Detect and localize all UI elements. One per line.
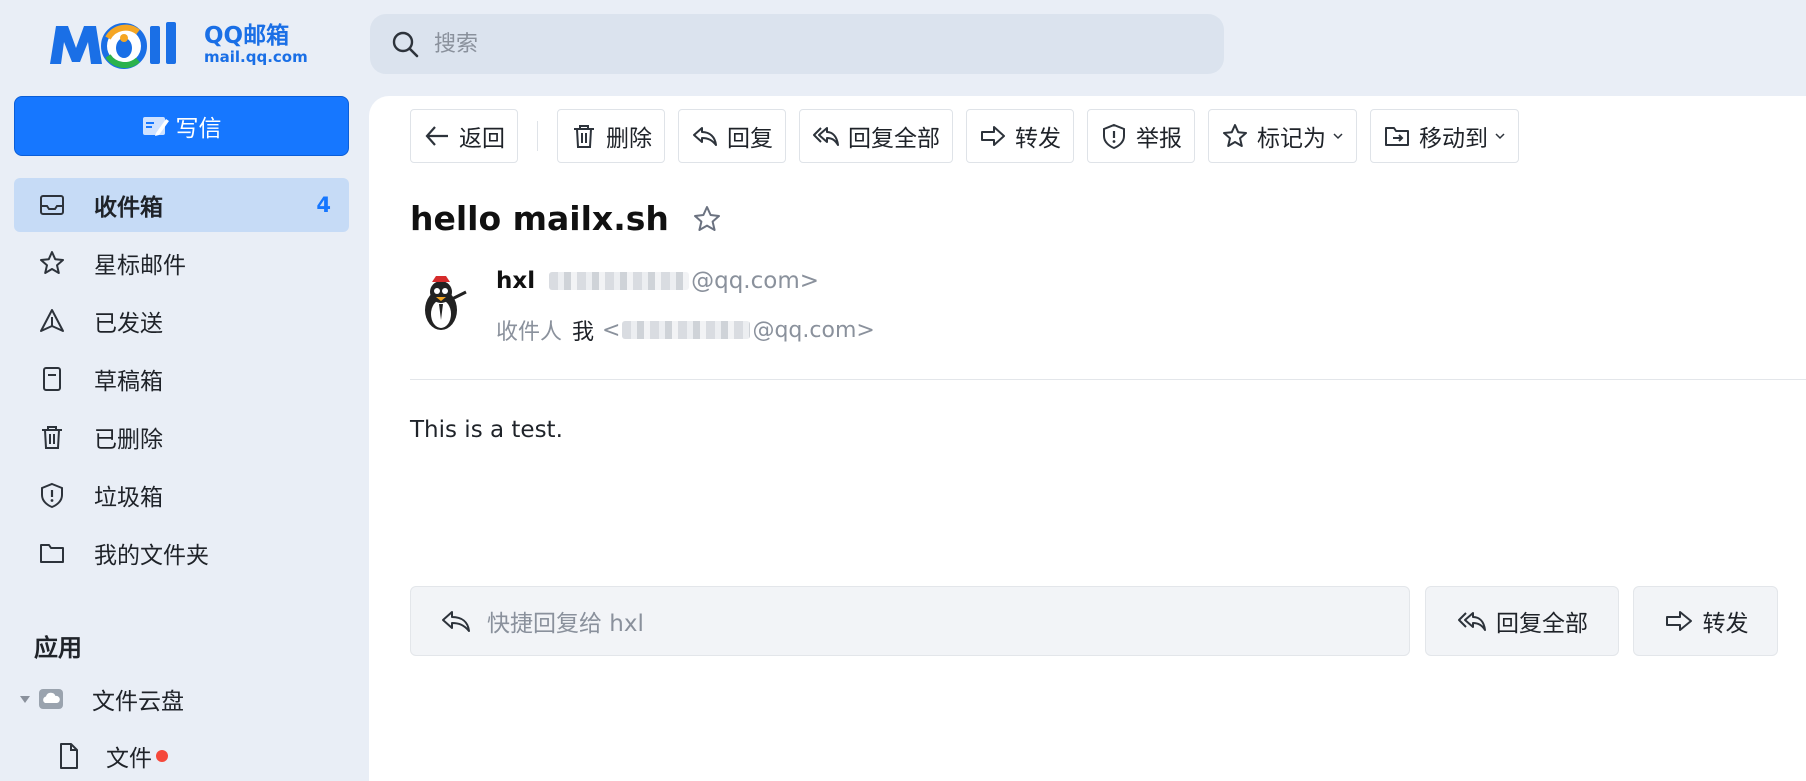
sidebar-item-my-folders[interactable]: 我的文件夹 [14, 526, 349, 580]
delete-button[interactable]: 删除 [557, 109, 665, 163]
shield-icon [41, 482, 63, 509]
reply-icon [693, 127, 717, 146]
toolbar-divider [537, 121, 538, 151]
draft-icon [43, 367, 61, 391]
reply-button[interactable]: 回复 [678, 109, 786, 163]
sidebar-item-file-cloud[interactable]: 文件云盘 [18, 676, 348, 722]
mail-body: This is a test. [410, 417, 563, 443]
unread-count-badge: 4 [316, 193, 331, 217]
forward-button[interactable]: 转发 [966, 109, 1074, 163]
sidebar-item-sent[interactable]: 已发送 [14, 294, 349, 348]
mail-subject: hello mailx.sh [410, 199, 669, 238]
mark-as-dropdown[interactable]: 标记为 [1208, 109, 1357, 163]
compose-label: 写信 [175, 116, 222, 142]
sidebar-item-drafts[interactable]: 草稿箱 [14, 352, 349, 406]
cloud-drive-icon [39, 689, 63, 709]
back-button[interactable]: 返回 [410, 109, 518, 163]
sidebar-item-label: 我的文件夹 [94, 543, 209, 569]
sender-address[interactable]: @qq.com> [547, 268, 819, 294]
star-icon [1223, 124, 1247, 147]
sender-address-suffix: @qq.com> [691, 268, 819, 294]
sidebar-item-spam[interactable]: 垃圾箱 [14, 468, 349, 522]
mail-reader-panel: 返回 删除 回复 回复全部 转发 举报 标记为 移动到 hello mailx.… [369, 96, 1806, 781]
sidebar-item-inbox[interactable]: 收件箱 4 [14, 178, 349, 232]
qq-mail-logo[interactable]: QQ邮箱 mail.qq.com [46, 18, 308, 70]
reply-label: 回复 [727, 126, 773, 152]
logo-subtitle: mail.qq.com [204, 47, 308, 66]
quick-forward-label: 转发 [1702, 611, 1749, 637]
sidebar-item-label: 已删除 [94, 427, 163, 453]
quick-reply-all-label: 回复全部 [1496, 611, 1588, 637]
sidebar-item-label: 已发送 [94, 311, 163, 337]
recipient-address-prefix: < [602, 317, 621, 343]
move-folder-icon [1385, 127, 1409, 146]
redacted-email-blur [622, 321, 751, 339]
shield-icon [1103, 123, 1125, 150]
quick-forward-button[interactable]: 转发 [1633, 586, 1778, 656]
caret-down-icon[interactable] [18, 692, 32, 706]
star-icon [40, 251, 64, 274]
sidebar-item-files[interactable]: 文件 [56, 734, 168, 778]
sender-name[interactable]: hxl [496, 268, 535, 294]
quick-reply-placeholder: 快捷回复给 hxl [487, 611, 644, 637]
recipient-name[interactable]: 我 [572, 314, 594, 346]
move-to-label: 移动到 [1419, 126, 1488, 152]
logo-title: QQ邮箱 [204, 22, 290, 49]
sender-line: hxl @qq.com> [496, 268, 819, 294]
mail-subject-row: hello mailx.sh [410, 199, 723, 238]
mail-logo-mark [50, 22, 176, 69]
quick-reply-all-button[interactable]: 回复全部 [1425, 586, 1619, 656]
file-cloud-label: 文件云盘 [92, 689, 184, 715]
sidebar-item-label: 垃圾箱 [94, 485, 163, 511]
sidebar-item-starred[interactable]: 星标邮件 [14, 236, 349, 290]
reply-all-button[interactable]: 回复全部 [799, 109, 953, 163]
quick-reply-input[interactable]: 快捷回复给 hxl [410, 586, 1410, 656]
header-divider [410, 379, 1806, 380]
apps-section-title: 应用 [34, 634, 82, 662]
chevron-down-icon [1495, 133, 1505, 140]
back-label: 返回 [459, 126, 505, 152]
reply-all-icon [813, 127, 839, 146]
reply-all-label: 回复全部 [848, 126, 940, 152]
penguin-avatar-icon [425, 276, 467, 330]
trash-icon [574, 125, 594, 148]
search-input[interactable] [434, 31, 1194, 57]
search-bar[interactable] [370, 14, 1224, 74]
send-icon [40, 309, 64, 332]
sidebar-item-label: 草稿箱 [94, 369, 163, 395]
reply-all-icon [1458, 612, 1486, 631]
forward-icon [1665, 611, 1692, 631]
move-to-dropdown[interactable]: 移动到 [1370, 109, 1519, 163]
chevron-down-icon [1333, 133, 1343, 140]
sidebar-item-label: 星标邮件 [94, 253, 186, 279]
report-button[interactable]: 举报 [1087, 109, 1195, 163]
files-label: 文件 [106, 746, 152, 772]
forward-label: 转发 [1015, 126, 1061, 152]
folder-icon [40, 544, 64, 563]
sidebar-item-label: 收件箱 [94, 195, 163, 221]
report-label: 举报 [1136, 126, 1182, 152]
recipient-label: 收件人 [496, 320, 563, 345]
mail-toolbar: 返回 删除 回复 回复全部 转发 举报 标记为 移动到 [410, 109, 1532, 163]
compose-icon [142, 117, 169, 136]
inbox-icon [40, 195, 64, 215]
delete-label: 删除 [606, 126, 652, 152]
sidebar-nav: 收件箱 4 星标邮件 已发送 草稿箱 已删除 垃圾箱 我的文件夹 [14, 178, 349, 584]
recipient-line: 收件人 我 < @qq.com> [496, 314, 875, 346]
recipient-address-suffix: @qq.com> [752, 317, 875, 343]
search-icon [392, 31, 419, 58]
arrow-left-icon [425, 126, 448, 146]
trash-icon [42, 426, 62, 449]
reply-icon [442, 611, 470, 632]
sidebar-item-deleted[interactable]: 已删除 [14, 410, 349, 464]
star-toggle-icon[interactable] [691, 203, 723, 235]
mark-as-label: 标记为 [1257, 126, 1326, 152]
redacted-email-blur [549, 272, 690, 290]
forward-icon [981, 126, 1005, 146]
new-indicator-dot [156, 750, 168, 762]
file-icon [60, 743, 78, 769]
compose-button[interactable]: 写信 [14, 96, 349, 156]
sender-avatar[interactable] [410, 272, 472, 334]
